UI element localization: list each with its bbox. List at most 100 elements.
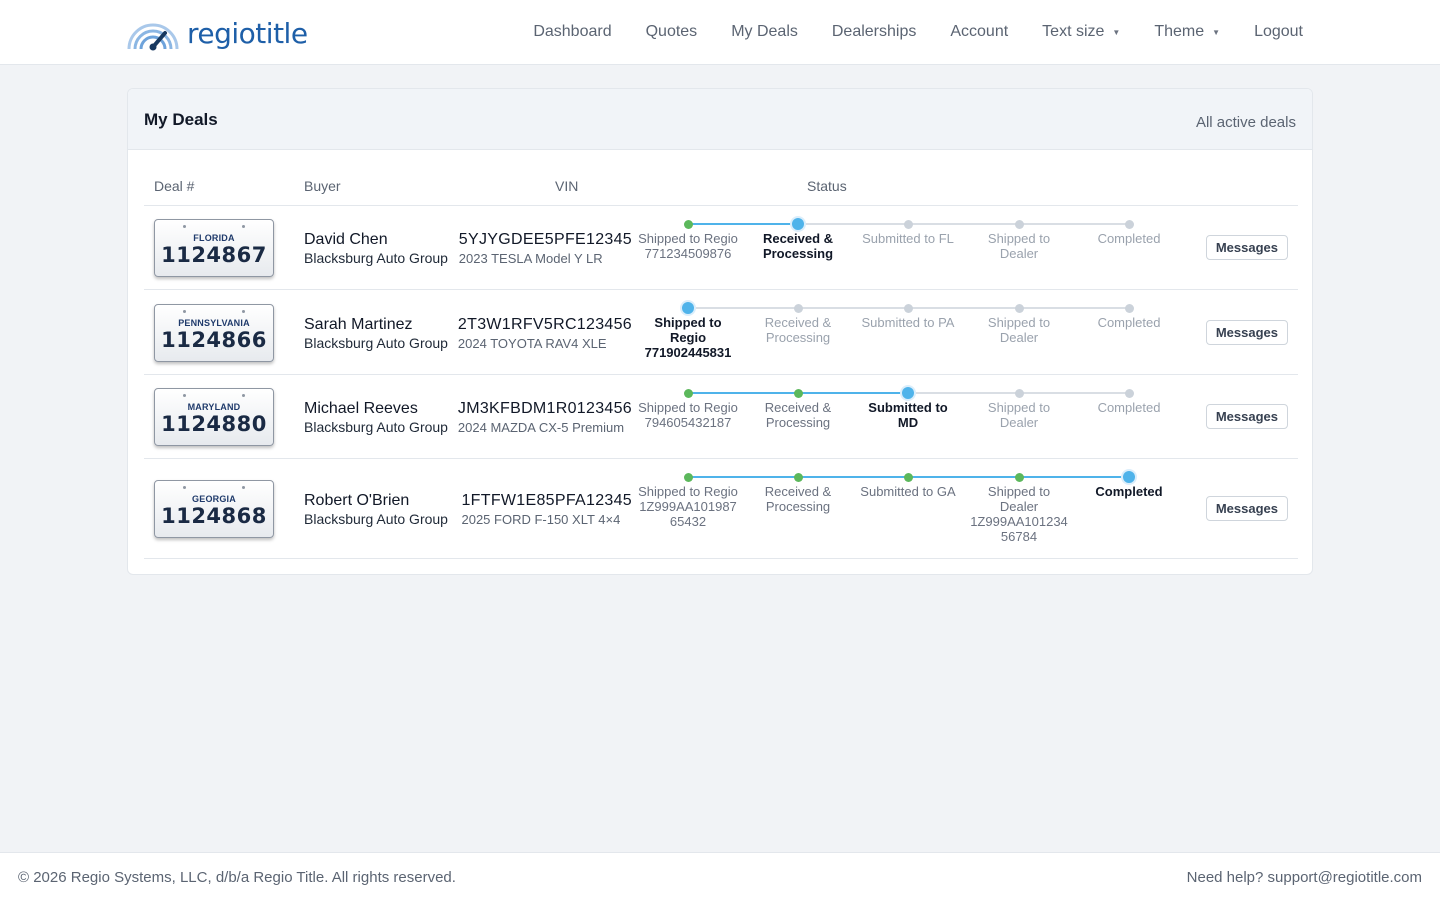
deals-filter-label: All active deals <box>1195 114 1296 131</box>
progress-segment <box>1019 223 1129 225</box>
brand-logo[interactable]: regiotitle <box>125 13 308 53</box>
vin-cell: 2T3W1RFV5RC123456 2024 TOYOTA RAV4 XLE <box>458 316 632 351</box>
buyer-cell: Robert O'Brien Blacksburg Auto Group <box>304 492 448 527</box>
card-header: My Deals All active deals <box>128 89 1312 150</box>
buyer-cell: Sarah Martinez Blacksburg Auto Group <box>304 316 448 351</box>
buyer-name: Robert O'Brien <box>304 492 410 509</box>
column-status: Status <box>807 178 847 194</box>
status-dot <box>902 387 914 399</box>
step-name: Received & Processing <box>762 231 834 261</box>
vin-cell: JM3KFBDM1R0123456 2024 MAZDA CX-5 Premium <box>458 400 632 435</box>
support-link[interactable]: Need help? support@regiotitle.com <box>1187 869 1422 886</box>
status-step-label: Received & Processing <box>748 400 848 430</box>
tracking-number[interactable]: 794605432187 <box>638 415 738 430</box>
tracking-number[interactable]: 771234509876 <box>638 246 738 261</box>
plate-bolt <box>242 486 245 489</box>
progress-segment <box>1019 476 1129 478</box>
license-plate-deal-number[interactable]: FLORIDA 1124867 <box>154 219 274 277</box>
vehicle-description: 2023 TESLA Model Y LR <box>458 251 603 266</box>
status-step-label: Received & Processing <box>748 315 848 345</box>
dealership-name: Blacksburg Auto Group <box>304 511 448 527</box>
tracking-number[interactable]: 1Z999AA101234 56784 <box>969 514 1069 544</box>
main-nav: Dashboard Quotes My Deals Dealerships Ac… <box>533 0 1303 64</box>
status-step-label: Shipped to Dealer 1Z999AA101234 56784 <box>969 484 1069 544</box>
progress-segment <box>1019 307 1129 309</box>
status-dot <box>903 219 913 229</box>
speedometer-icon <box>127 23 179 51</box>
text-size-label: Text size <box>1042 23 1105 40</box>
status-progress: Shipped to Regio 1Z999AA101987 65432 Recei… <box>633 459 1183 558</box>
vehicle-description: 2024 MAZDA CX-5 Premium <box>457 420 625 435</box>
deal-number: 1124867 <box>161 243 267 267</box>
status-step-label: Received & Processing <box>748 231 848 261</box>
vin-cell: 1FTFW1E85PFA12345 2025 FORD F-150 XLT 4×4 <box>461 492 632 527</box>
nav-account[interactable]: Account <box>950 23 1008 41</box>
license-plate-deal-number[interactable]: GEORGIA 1124868 <box>154 480 274 538</box>
status-step-label: Completed <box>1079 484 1179 499</box>
status-dot <box>1014 472 1024 482</box>
nav-quotes[interactable]: Quotes <box>646 23 698 41</box>
deal-number: 1124868 <box>161 504 267 528</box>
deals-card: My Deals All active deals Deal # Buyer V… <box>127 88 1313 575</box>
deal-number: 1124880 <box>161 412 267 436</box>
step-name: Completed <box>1097 400 1161 415</box>
dealership-name: Blacksburg Auto Group <box>304 419 448 435</box>
progress-segment <box>798 392 908 394</box>
progress-segment <box>908 476 1019 478</box>
license-plate-deal-number[interactable]: MARYLAND 1124880 <box>154 388 274 446</box>
deal-number: 1124866 <box>161 327 267 352</box>
buyer-cell: Michael Reeves Blacksburg Auto Group <box>304 400 448 435</box>
progress-segment <box>688 307 798 309</box>
messages-button[interactable]: Messages <box>1205 319 1288 345</box>
status-step-label: Completed <box>1079 400 1179 415</box>
status-dot <box>683 219 693 229</box>
status-dot <box>1123 471 1135 483</box>
status-step-label: Shipped to Regio 771234509876 <box>638 231 738 261</box>
plate-state: GEORGIA <box>192 494 236 504</box>
vin-cell: 5YJYGDEE5PFE12345 2023 TESLA Model Y LR <box>459 231 632 266</box>
step-name: Shipped to Regio <box>638 231 738 246</box>
column-deal: Deal # <box>154 178 195 194</box>
step-name: Shipped to Dealer <box>987 315 1051 345</box>
theme-dropdown[interactable]: Theme ▼ <box>1154 23 1220 41</box>
messages-button[interactable]: Messages <box>1205 404 1288 429</box>
caret-down-icon: ▼ <box>1212 27 1221 37</box>
license-plate-deal-number[interactable]: PENNSYLVANIA 1124866 <box>154 303 274 362</box>
text-size-dropdown[interactable]: Text size ▼ <box>1042 23 1120 41</box>
vin-number: 2T3W1RFV5RC123456 <box>457 315 632 333</box>
progress-segment <box>798 307 908 309</box>
footer: © 2026 Regio Systems, LLC, d/b/a Regio T… <box>0 852 1440 900</box>
buyer-cell: David Chen Blacksburg Auto Group <box>304 231 448 266</box>
column-buyer: Buyer <box>304 178 341 194</box>
status-step-label: Shipped to Regio 794605432187 <box>638 400 738 430</box>
status-step-label: Submitted to FL <box>858 231 958 246</box>
progress-segment <box>908 392 1019 394</box>
nav-logout[interactable]: Logout <box>1254 23 1303 41</box>
card-title: My Deals <box>144 110 218 129</box>
plate-bolt <box>183 309 186 313</box>
tracking-number[interactable]: 1Z999AA101987 65432 <box>638 499 738 529</box>
step-name: Shipped to Dealer <box>987 400 1051 430</box>
theme-label: Theme <box>1154 23 1205 40</box>
progress-segment <box>1019 392 1129 394</box>
step-name: Shipped to Dealer <box>987 231 1051 261</box>
progress-segment <box>908 307 1019 309</box>
status-progress: Shipped to Regio 771234509876 Received & P… <box>633 206 1183 289</box>
status-progress: Shipped to Regio 771902445831 Received & P… <box>633 290 1183 374</box>
messages-button[interactable]: Messages <box>1205 496 1288 521</box>
step-name: Received & Processing <box>764 484 832 514</box>
table-row: PENNSYLVANIA 1124866 Sarah Martinez Blacksb… <box>144 290 1298 375</box>
status-step-label: Shipped to Regio 1Z999AA101987 65432 <box>638 484 738 529</box>
messages-button[interactable]: Messages <box>1205 235 1288 260</box>
status-step-label: Completed <box>1079 231 1179 246</box>
nav-dashboard[interactable]: Dashboard <box>533 23 611 41</box>
status-dot <box>1124 388 1134 398</box>
nav-my-deals[interactable]: My Deals <box>731 23 798 41</box>
nav-dealerships[interactable]: Dealerships <box>832 23 916 41</box>
status-dot <box>683 388 693 398</box>
vehicle-description: 2024 TOYOTA RAV4 XLE <box>457 335 607 351</box>
status-step-label: Shipped to Dealer <box>969 400 1069 430</box>
tracking-number[interactable]: 771902445831 <box>638 345 738 360</box>
step-name: Completed <box>1097 315 1161 330</box>
status-step-label: Completed <box>1079 315 1179 330</box>
